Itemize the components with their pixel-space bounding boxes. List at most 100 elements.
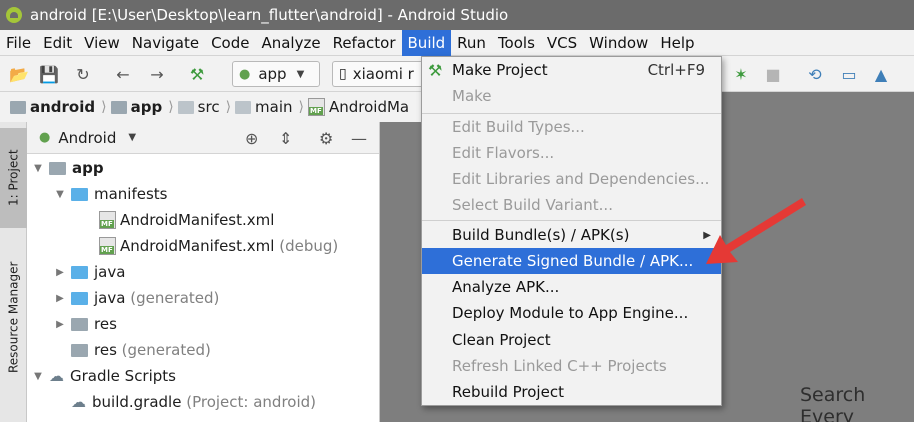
menu-item-edit-flavors: Edit Flavors... xyxy=(452,144,555,162)
window-title: android [E:\User\Desktop\learn_flutter\a… xyxy=(30,6,509,24)
module-folder-icon xyxy=(49,161,66,175)
minimize-icon[interactable]: — xyxy=(351,129,367,148)
breadcrumb-item[interactable]: app ⟩ xyxy=(110,98,174,116)
stop-icon[interactable]: ■ xyxy=(764,65,782,84)
android-icon: ● xyxy=(39,130,51,145)
menu-item-analyze-apk[interactable]: Analyze APK... xyxy=(422,274,721,300)
sync-icon[interactable]: ↻ xyxy=(74,65,92,84)
sdk-manager-icon[interactable]: ▲ xyxy=(872,65,890,84)
android-icon: ● xyxy=(239,66,251,82)
back-arrow-icon[interactable]: ← xyxy=(114,65,132,84)
search-everywhere-hint: Search Every xyxy=(800,384,866,422)
menu-refactor[interactable]: Refactor xyxy=(327,30,402,56)
project-panel: ● Android ▼ ⊕ ⇕ ⚙ — ▼ app ▼ manifests MF… xyxy=(27,122,380,422)
expand-arrow-icon[interactable]: ▶ xyxy=(53,319,67,330)
hammer-icon: ⚒ xyxy=(428,61,443,80)
expand-arrow-icon[interactable]: ▼ xyxy=(31,163,45,174)
tree-item[interactable]: MF AndroidManifest.xml (debug) xyxy=(99,233,338,259)
menu-analyze[interactable]: Analyze xyxy=(255,30,326,56)
expand-arrow-icon[interactable]: ▼ xyxy=(31,371,45,382)
collapse-all-icon[interactable]: ⇕ xyxy=(279,129,292,148)
tree-item[interactable]: ▶ java xyxy=(53,259,125,285)
menu-item-make: Make xyxy=(452,87,492,105)
project-panel-header: ● Android ▼ ⊕ ⇕ ⚙ — xyxy=(27,122,379,154)
menu-item-build-bundles[interactable]: Build Bundle(s) / APK(s) ▶ xyxy=(422,222,721,248)
folder-icon xyxy=(71,187,88,201)
tree-item[interactable]: res (generated) xyxy=(71,337,211,363)
menu-item-clean-project[interactable]: Clean Project xyxy=(422,327,721,353)
manifest-file-icon: MF xyxy=(99,237,116,255)
view-selector[interactable]: Android xyxy=(58,129,116,147)
expand-arrow-icon[interactable]: ▶ xyxy=(53,267,67,278)
resource-folder-icon xyxy=(71,343,88,357)
menu-item-select-build-variant: Select Build Variant... xyxy=(452,196,613,214)
breadcrumb-item[interactable]: src ⟩ xyxy=(177,98,231,116)
menu-item-edit-libraries: Edit Libraries and Dependencies... xyxy=(452,170,710,188)
gradle-file-icon: ☁ xyxy=(71,393,86,411)
menu-file[interactable]: File xyxy=(0,30,37,56)
avd-manager-icon[interactable]: ▭ xyxy=(840,65,858,84)
menu-item-rebuild-project[interactable]: Rebuild Project xyxy=(422,379,721,405)
tree-item[interactable]: ☁ build.gradle (Project: android) xyxy=(71,389,316,415)
folder-icon xyxy=(71,265,88,279)
tab-resource-manager[interactable]: Resource Manager xyxy=(0,252,27,382)
forward-arrow-icon[interactable]: → xyxy=(148,65,166,84)
android-studio-icon xyxy=(6,7,22,23)
expand-arrow-icon[interactable]: ▼ xyxy=(53,189,67,200)
tree-item[interactable]: ▼ app xyxy=(31,155,103,181)
submenu-arrow-icon: ▶ xyxy=(703,229,711,241)
hammer-icon[interactable]: ⚒ xyxy=(188,65,206,84)
tree-item[interactable]: ▼ manifests xyxy=(53,181,167,207)
run-config-selector[interactable]: ● app ▼ xyxy=(232,61,320,87)
menu-view[interactable]: View xyxy=(78,30,126,56)
gear-icon[interactable]: ⚙ xyxy=(319,129,333,148)
menu-item-make-project[interactable]: ⚒ Make Project Ctrl+F9 xyxy=(422,57,721,83)
device-selector[interactable]: ▯ xiaomi r xyxy=(332,61,427,87)
shortcut-label: Ctrl+F9 xyxy=(647,61,705,79)
folder-icon xyxy=(110,100,127,114)
tree-item[interactable]: ▼ ☁ Gradle Scripts xyxy=(31,363,176,389)
menu-edit[interactable]: Edit xyxy=(37,30,78,56)
menu-run[interactable]: Run xyxy=(451,30,492,56)
tab-resource-manager-label: Resource Manager xyxy=(6,261,21,373)
title-bar: android [E:\User\Desktop\learn_flutter\a… xyxy=(0,0,914,30)
tree-item[interactable]: ▶ res xyxy=(53,311,117,337)
menu-vcs[interactable]: VCS xyxy=(541,30,583,56)
menu-build[interactable]: Build xyxy=(401,29,452,56)
menu-divider xyxy=(422,220,721,221)
resource-folder-icon xyxy=(71,317,88,331)
menu-bar: File Edit View Navigate Code Analyze Ref… xyxy=(0,29,914,56)
folder-icon xyxy=(235,100,252,114)
debug-bug-icon[interactable]: ✶ xyxy=(732,65,750,84)
locate-target-icon[interactable]: ⊕ xyxy=(245,129,258,148)
expand-arrow-icon[interactable]: ▶ xyxy=(53,293,67,304)
save-icon[interactable]: 💾 xyxy=(39,65,59,84)
open-folder-icon[interactable]: 📂 xyxy=(9,65,29,84)
breadcrumb-item[interactable]: MF AndroidMa xyxy=(308,98,409,116)
menu-window[interactable]: Window xyxy=(583,30,654,56)
menu-code[interactable]: Code xyxy=(205,30,255,56)
menu-item-refresh-linked-cpp: Refresh Linked C++ Projects xyxy=(452,357,667,375)
manifest-file-icon: MF xyxy=(308,98,325,116)
tree-item[interactable]: MF AndroidManifest.xml xyxy=(99,207,274,233)
menu-navigate[interactable]: Navigate xyxy=(126,30,205,56)
menu-tools[interactable]: Tools xyxy=(492,30,541,56)
manifest-file-icon: MF xyxy=(99,211,116,229)
menu-help[interactable]: Help xyxy=(654,30,700,56)
menu-item-generate-signed-bundle[interactable]: Generate Signed Bundle / APK... xyxy=(422,248,721,274)
tab-project[interactable]: 1: Project xyxy=(0,128,27,228)
tool-window-strip: 1: Project Resource Manager xyxy=(0,122,27,422)
tab-project-label: 1: Project xyxy=(6,149,21,207)
menu-item-edit-build-types: Edit Build Types... xyxy=(452,118,585,136)
chevron-down-icon: ▼ xyxy=(296,68,305,80)
breadcrumb-item[interactable]: android ⟩ xyxy=(10,98,107,116)
breadcrumb: android ⟩ app ⟩ src ⟩ main ⟩ MF AndroidMa xyxy=(0,92,430,122)
menu-item-deploy-module[interactable]: Deploy Module to App Engine... xyxy=(422,300,721,326)
generated-folder-icon xyxy=(71,291,88,305)
breadcrumb-item[interactable]: main ⟩ xyxy=(235,98,304,116)
tree-item[interactable]: ▶ java (generated) xyxy=(53,285,219,311)
gradle-sync-icon[interactable]: ⟲ xyxy=(806,65,824,84)
run-config-label: app xyxy=(258,65,287,83)
phone-icon: ▯ xyxy=(339,66,347,82)
chevron-down-icon[interactable]: ▼ xyxy=(128,132,136,143)
